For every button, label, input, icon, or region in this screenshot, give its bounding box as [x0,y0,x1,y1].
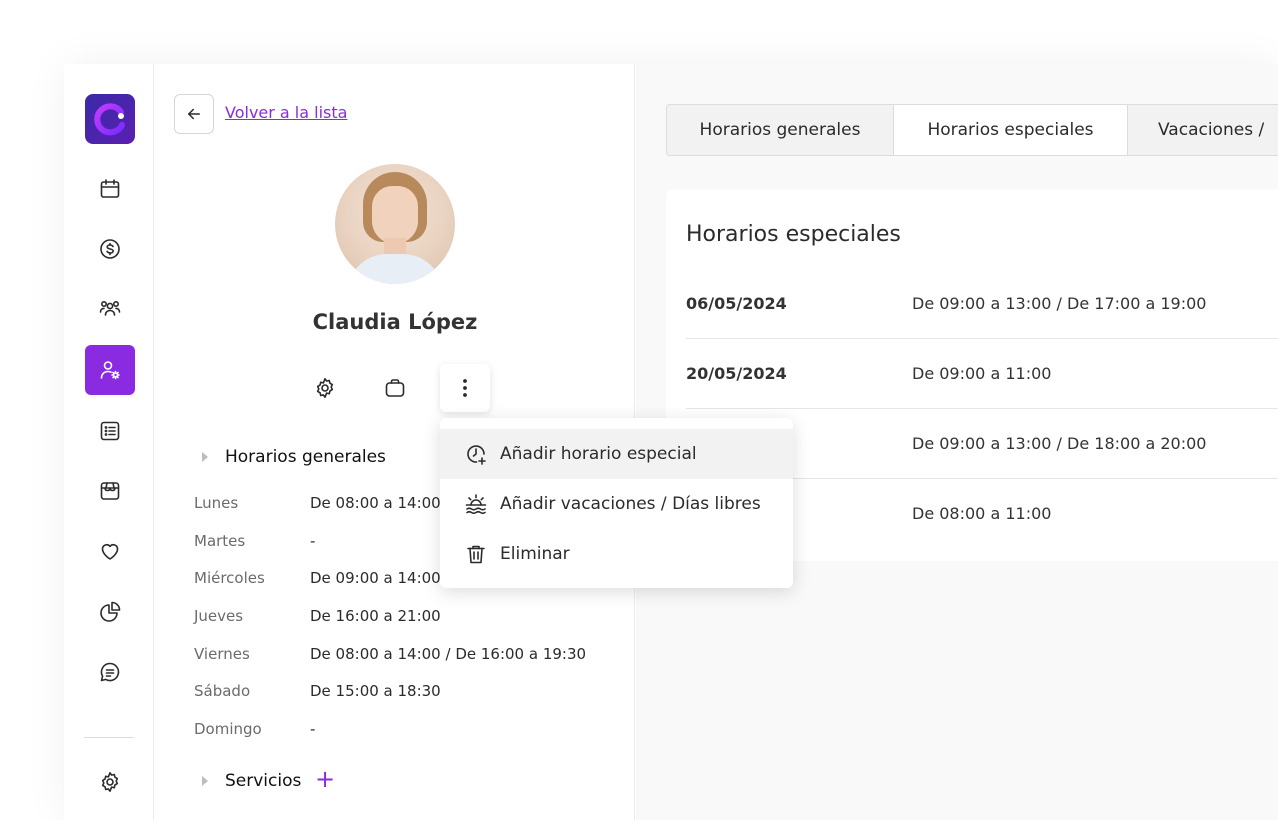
menu-item-add-special-schedule[interactable]: Añadir horario especial [440,429,793,479]
sidebar-item-store[interactable] [85,466,135,516]
schedule-row: Viernes De 08:00 a 14:00 / De 16:00 a 19… [194,645,624,667]
staff-name: Claudia López [312,310,478,334]
avatar [335,164,455,284]
sidebar-item-settings[interactable] [85,757,135,807]
sidebar-item-payments[interactable] [85,224,135,274]
schedule-time: De 09:00 a 14:00 [310,569,441,587]
gear-icon [101,772,119,792]
trash-icon [467,545,485,564]
schedule-day: Jueves [194,607,244,625]
menu-item-label: Eliminar [500,544,570,564]
tab-vacations[interactable]: Vacaciones / [1128,105,1278,155]
message-icon [100,662,120,682]
tab-bar: Horarios generales Horarios especiales V… [666,104,1278,156]
tab-general-schedules[interactable]: Horarios generales [667,105,894,155]
add-service-button[interactable]: + [315,767,335,791]
schedule-time: - [310,720,316,738]
menu-item-add-vacation[interactable]: Añadir vacaciones / Días libres [440,479,793,529]
briefcase-button[interactable] [370,364,420,412]
dollar-icon [100,239,120,259]
menu-item-label: Añadir horario especial [500,444,697,464]
schedule-day: Viernes [194,645,250,663]
settings-button[interactable] [300,364,350,412]
arrow-left-icon [188,108,200,120]
chevron-right-icon[interactable] [202,776,208,786]
sidebar-item-list[interactable] [85,406,135,456]
heart-icon [101,544,119,560]
sidebar-item-favorites[interactable] [85,526,135,576]
schedule-day: Lunes [194,494,239,512]
app-logo[interactable] [85,94,135,144]
special-date: 20/05/2024 [686,364,787,383]
calendar-icon [100,179,120,198]
services-title[interactable]: Servicios [225,771,301,791]
logo-icon [94,103,125,136]
sunset-icon [465,494,487,515]
store-icon [100,482,120,500]
menu-item-label: Añadir vacaciones / Días libres [500,494,761,514]
table-row[interactable]: 06/05/2024 De 09:00 a 13:00 / De 17:00 a… [686,269,1278,339]
special-time: De 09:00 a 11:00 [912,364,1052,383]
schedule-time: De 08:00 a 14:00 / De 16:00 a 19:30 [310,645,587,663]
special-time: De 09:00 a 13:00 / De 18:00 a 20:00 [912,434,1207,453]
schedule-row: Jueves De 16:00 a 21:00 [194,607,624,629]
gear-icon [316,378,334,398]
sidebar-item-calendar[interactable] [85,164,135,214]
sidebar-rail [64,64,154,820]
schedule-row: Domingo - [194,720,624,742]
pie-chart-icon [100,601,121,622]
schedule-day: Miércoles [194,569,265,587]
list-icon [100,421,120,441]
schedule-row: Sábado De 15:00 a 18:30 [194,682,624,704]
users-icon [99,301,121,316]
briefcase-icon [385,379,405,397]
schedule-time: De 16:00 a 21:00 [310,607,441,625]
schedule-day: Sábado [194,682,251,700]
user-settings-icon [100,361,120,380]
special-date: 06/05/2024 [686,294,787,313]
table-row[interactable]: 20/05/2024 De 09:00 a 11:00 [686,339,1278,409]
sidebar-item-reports[interactable] [85,587,135,637]
more-vertical-icon [463,379,467,397]
sidebar-item-messages[interactable] [85,647,135,697]
tab-special-schedules[interactable]: Horarios especiales [894,105,1128,155]
schedule-day: Martes [194,532,246,550]
schedule-time: De 08:00 a 14:00 [310,494,441,512]
sidebar-divider [84,737,134,738]
more-options-button[interactable] [440,364,490,412]
sidebar-item-staff[interactable] [85,345,135,395]
back-to-list-link[interactable]: Volver a la lista [225,103,347,122]
schedule-time: - [310,532,316,550]
back-button[interactable] [174,94,214,134]
schedule-day: Domingo [194,720,262,738]
general-schedule-title[interactable]: Horarios generales [225,447,386,467]
chevron-right-icon[interactable] [202,452,208,462]
special-time: De 08:00 a 11:00 [912,504,1052,523]
sidebar-item-clients[interactable] [85,284,135,334]
clock-plus-icon [467,445,486,465]
more-options-menu: Añadir horario especial Añadir vacacione… [440,418,793,588]
special-schedules-title: Horarios especiales [686,222,901,247]
menu-item-delete[interactable]: Eliminar [440,529,793,579]
special-time: De 09:00 a 13:00 / De 17:00 a 19:00 [912,294,1207,313]
schedule-time: De 15:00 a 18:30 [310,682,441,700]
